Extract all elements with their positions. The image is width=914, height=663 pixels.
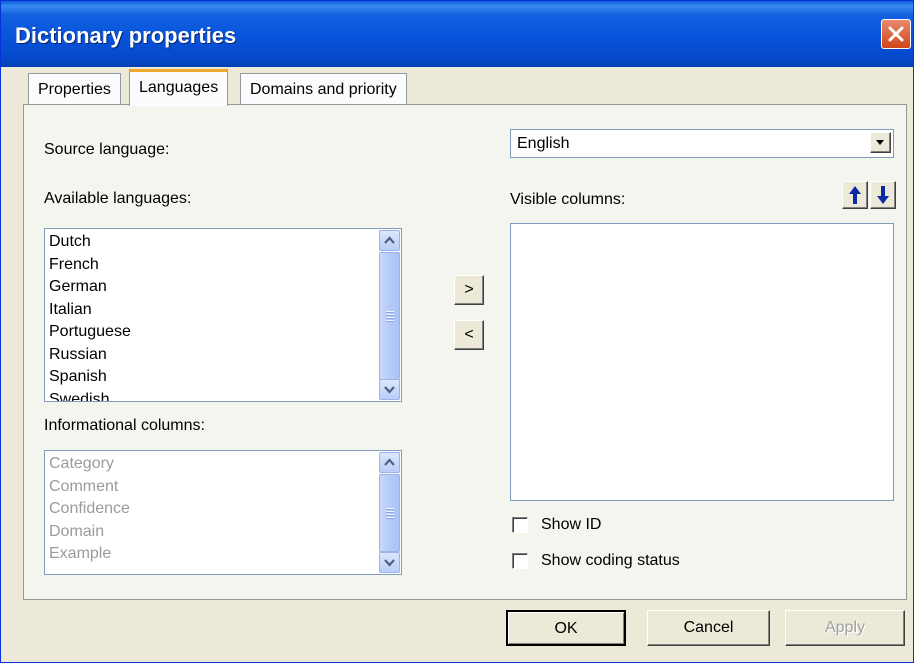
list-item[interactable]: Russian [49,344,377,367]
move-down-button[interactable] [870,181,896,209]
list-item: Comment [49,477,119,495]
list-item[interactable]: Spanish [49,366,377,389]
list-item[interactable]: Dutch [49,231,377,254]
add-column-button[interactable]: > [454,275,484,305]
available-languages-list[interactable]: Dutch French German Italian Portuguese R… [44,228,402,402]
list-item[interactable]: German [49,276,377,299]
vertical-scrollbar[interactable] [379,452,400,573]
close-icon [888,26,904,42]
chevron-up-icon [384,458,395,466]
show-id-checkbox[interactable] [512,517,528,533]
source-language-label: Source language: [44,141,170,158]
title-bar[interactable]: Dictionary properties [1,1,913,67]
chevron-down-icon [384,559,395,567]
list-item: Example [49,545,112,562]
arrow-up-icon [849,186,861,204]
cancel-button[interactable]: Cancel [647,610,770,646]
apply-button[interactable]: Apply [785,610,905,646]
list-item: Domain [49,522,105,540]
move-up-button[interactable] [842,181,868,209]
remove-column-button[interactable]: < [454,320,484,350]
languages-tab-panel: Source language: English Available langu… [23,104,907,600]
available-languages-label: Available languages: [44,190,192,207]
informational-columns-list: Category Comment Confidence Domain Examp… [44,450,402,575]
chevron-down-icon [876,140,884,145]
list-item[interactable]: Italian [49,299,377,322]
arrow-down-icon [877,186,889,204]
show-id-label[interactable]: Show ID [541,516,601,534]
source-language-value: English [517,135,570,152]
tab-properties[interactable]: Properties [28,73,121,105]
scroll-up-button[interactable] [379,452,400,473]
informational-columns-label: Informational columns: [44,417,205,434]
show-coding-status-checkbox[interactable] [512,553,528,569]
dictionary-properties-dialog: Dictionary properties Properties Languag… [0,0,914,663]
chevron-up-icon [384,236,395,244]
source-language-select[interactable]: English [510,129,894,158]
list-item: Category [49,455,114,472]
tab-domains-and-priority[interactable]: Domains and priority [240,73,407,105]
list-item: Confidence [49,500,130,517]
dropdown-button[interactable] [870,132,891,153]
scroll-up-button[interactable] [379,230,400,251]
tab-languages[interactable]: Languages [129,69,229,106]
chevron-down-icon [384,386,395,394]
visible-columns-list[interactable] [510,223,894,501]
scroll-thumb[interactable] [379,252,400,380]
list-item[interactable]: French [49,254,377,277]
list-item[interactable]: Portuguese [49,321,377,344]
vertical-scrollbar[interactable] [379,230,400,400]
scroll-down-button[interactable] [379,379,400,400]
window-title: Dictionary properties [15,23,237,48]
ok-button[interactable]: OK [506,610,626,646]
visible-columns-label: Visible columns: [510,191,626,208]
list-item[interactable]: Swedish [49,389,377,402]
scroll-down-button[interactable] [379,552,400,573]
close-button[interactable] [881,19,911,49]
show-coding-status-label[interactable]: Show coding status [541,552,680,570]
scroll-thumb[interactable] [379,474,400,552]
